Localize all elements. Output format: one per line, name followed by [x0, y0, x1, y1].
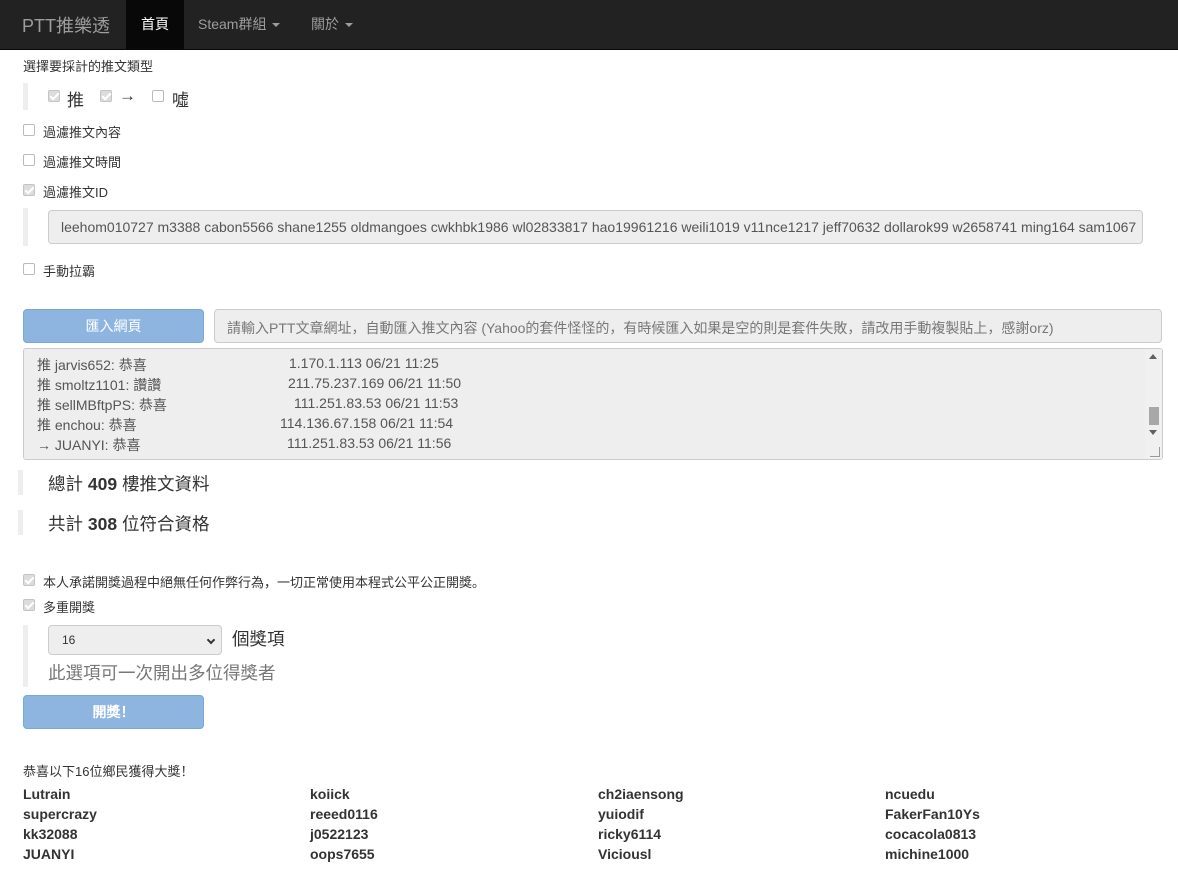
resize-grip-icon[interactable]: [1150, 447, 1160, 457]
scroll-down-arrow-icon[interactable]: [1149, 430, 1157, 435]
scrollbar-thumb[interactable]: [1149, 407, 1159, 425]
winner-name: ricky6114: [598, 826, 662, 842]
nav-about[interactable]: 關於: [311, 0, 353, 49]
comment-row: → JUANYI: 恭喜 111.251.83.53 06/21 11:56: [37, 435, 451, 455]
comment-row: 推 sellMBftpPS: 恭喜 111.251.83.53 06/21 11…: [37, 395, 458, 415]
promise-checkbox[interactable]: [23, 574, 35, 586]
nav-steam-group[interactable]: Steam群組: [198, 0, 281, 49]
comment-row: 推 smoltz1101: 讚讚 211.75.237.169 06/21 11…: [37, 375, 461, 395]
import-button-label: 匯入網頁: [85, 318, 142, 334]
quote-bar: [23, 83, 28, 110]
comment-row: 推 jarvis652: 恭喜 1.170.1.113 06/21 11:25: [37, 355, 439, 375]
winner-name: Lutrain: [23, 786, 71, 802]
winner-name: oops7655: [310, 846, 375, 862]
brand-logo[interactable]: PTT推樂透: [22, 12, 110, 38]
winner-name: kk32088: [23, 826, 78, 842]
filter-id-label: 過濾推文ID: [43, 185, 109, 200]
winner-name: yuiodif: [598, 806, 644, 822]
caret-down-icon: [272, 23, 281, 28]
comments-textarea[interactable]: 推 jarvis652: 恭喜 1.170.1.113 06/21 11:25 …: [23, 348, 1163, 460]
filter-time-checkbox[interactable]: [23, 154, 35, 166]
push-type-label-boo: 噓: [172, 91, 189, 110]
prize-count-suffix: 個獎項: [232, 629, 285, 649]
textarea-scrollbar[interactable]: [1145, 349, 1162, 459]
filter-id-checkbox[interactable]: [23, 184, 35, 196]
nav-steam-label: Steam群組: [198, 16, 267, 32]
comment-text: 推 sellMBftpPS: 恭喜: [37, 397, 167, 413]
push-type-checkbox-boo[interactable]: [152, 90, 164, 102]
winner-name: ch2iaensong: [598, 786, 684, 802]
total-count-stat: 總計 409 樓推文資料: [48, 471, 209, 496]
push-type-label-arrow: →: [119, 86, 136, 105]
winner-name: supercrazy: [23, 806, 97, 822]
qualified-count: 308: [87, 514, 118, 534]
draw-button-label: 開獎！: [92, 704, 135, 720]
filter-content-checkbox[interactable]: [23, 124, 35, 136]
comment-text: 推 jarvis652: 恭喜: [37, 357, 147, 373]
comment-row: 推 enchou: 恭喜 114.136.67.158 06/21 11:54: [37, 415, 453, 435]
total-count: 409: [87, 474, 118, 494]
filter-ids-input[interactable]: leehom010727 m3388 cabon5566 shane1255 o…: [48, 210, 1143, 244]
winner-name: j0522123: [310, 826, 369, 842]
comment-meta: 211.75.237.169 06/21 11:50: [288, 375, 462, 391]
draw-button[interactable]: 開獎！: [23, 695, 204, 729]
nav-home-label: 首頁: [141, 16, 169, 32]
push-type-checkbox-arrow[interactable]: [100, 90, 112, 102]
multi-draw-label: 多重開獎: [43, 600, 96, 615]
push-type-checkbox-push[interactable]: [48, 90, 60, 102]
winner-name: ncuedu: [885, 786, 935, 802]
filter-content-label: 過濾推文內容: [43, 125, 122, 140]
comment-meta: 111.251.83.53 06/21 11:56: [287, 435, 452, 451]
caret-down-icon: [345, 23, 353, 28]
prize-count-hint: 此選項可一次開出多位得獎者: [48, 663, 276, 683]
winner-name: michine1000: [885, 846, 970, 862]
promise-label: 本人承諾開獎過程中絕無任何作弊行為，一切正常使用本程式公平公正開獎。: [43, 575, 486, 590]
comment-text: 推 enchou: 恭喜: [37, 417, 137, 433]
chevron-down-icon: [206, 635, 216, 645]
quote-bar: [23, 208, 28, 246]
push-type-label-push: 推: [67, 91, 84, 110]
filter-time-label: 過濾推文時間: [43, 155, 122, 170]
push-type-heading: 選擇要採計的推文類型: [23, 59, 154, 74]
winner-name: FakerFan10Ys: [885, 806, 980, 822]
winner-name: cocacola0813: [885, 826, 977, 842]
comment-text: → JUANYI: 恭喜: [37, 437, 141, 453]
quote-bar: [18, 470, 23, 495]
scroll-up-arrow-icon[interactable]: [1149, 354, 1157, 359]
winner-name: JUANYI: [23, 846, 75, 862]
manual-pull-checkbox[interactable]: [23, 263, 35, 275]
comment-text: 推 smoltz1101: 讚讚: [37, 377, 162, 393]
total-prefix: 總計: [48, 474, 83, 494]
comment-meta: 114.136.67.158 06/21 11:54: [280, 415, 454, 431]
navbar: PTT推樂透 首頁 Steam群組 關於: [0, 0, 1178, 50]
nav-about-label: 關於: [311, 16, 339, 32]
manual-pull-label: 手動拉霸: [43, 264, 96, 279]
quote-bar: [18, 510, 23, 535]
qualified-count-stat: 共計 308 位符合資格: [48, 511, 209, 536]
comment-meta: 111.251.83.53 06/21 11:53: [294, 395, 459, 411]
ptt-url-input[interactable]: 請輸入PTT文章網址，自動匯入推文內容 (Yahoo的套件怪怪的，有時候匯入如果…: [214, 309, 1162, 343]
total-suffix: 樓推文資料: [121, 474, 210, 494]
winner-name: reeed0116: [310, 806, 378, 822]
qualified-prefix: 共計: [48, 514, 83, 534]
nav-home[interactable]: 首頁: [126, 0, 184, 49]
comment-meta: 1.170.1.113 06/21 11:25: [289, 355, 439, 371]
qualified-suffix: 位符合資格: [121, 514, 210, 534]
winner-name: koiick: [310, 786, 350, 802]
result-heading: 恭喜以下16位鄉民獲得大獎！: [23, 764, 194, 779]
prize-count-value: 16: [62, 633, 76, 647]
quote-bar: [23, 625, 28, 687]
winner-name: Viciousl: [598, 846, 652, 862]
import-button[interactable]: 匯入網頁: [23, 309, 204, 343]
prize-count-select[interactable]: 16: [48, 625, 222, 655]
multi-draw-checkbox[interactable]: [23, 599, 35, 611]
